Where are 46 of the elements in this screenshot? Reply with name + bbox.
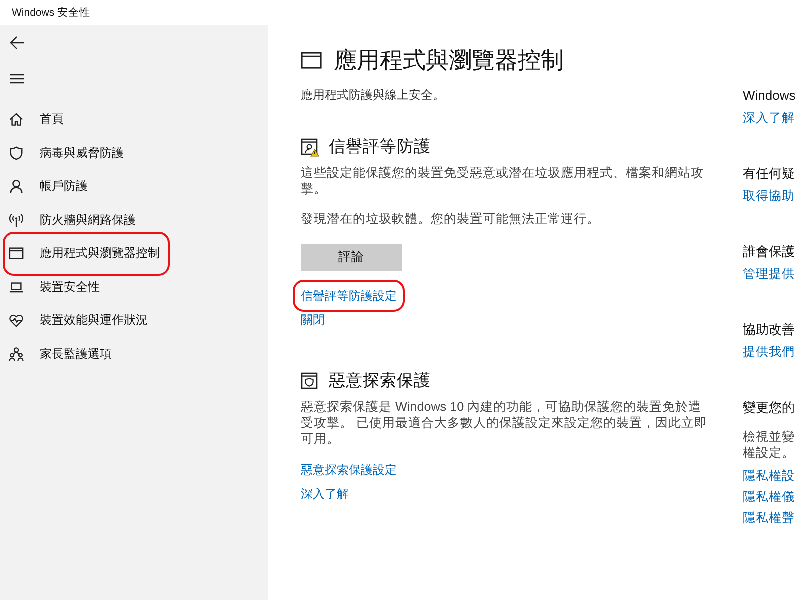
- nav-item[interactable]: 首頁: [0, 103, 64, 136]
- nav-item[interactable]: 病毒與威脅防護: [0, 136, 124, 170]
- text-link[interactable]: 取得協助: [743, 187, 795, 205]
- panel-heading: Windows: [743, 87, 796, 105]
- nav-item[interactable]: 應用程式與瀏覽器控制: [0, 237, 160, 270]
- panel-heading: 變更您的: [743, 399, 795, 417]
- section-heading: 信譽評等防護: [329, 137, 431, 158]
- home-icon: [9, 112, 24, 128]
- shield-icon: [9, 146, 24, 161]
- nav-item[interactable]: 帳戶防護: [0, 170, 88, 204]
- panel-text: 檢視並變: [743, 429, 795, 445]
- text-link[interactable]: 深入了解: [743, 109, 795, 127]
- text-link[interactable]: 隱私權儀: [743, 488, 795, 506]
- text-link[interactable]: 提供我們: [743, 343, 795, 361]
- text-link[interactable]: 管理提供: [743, 265, 795, 283]
- panel-heading: 協助改善: [743, 321, 795, 339]
- back-arrow-icon: [10, 36, 25, 50]
- panel-heading: 有任何疑: [743, 165, 795, 183]
- section-heading: 惡意探索保護: [329, 371, 431, 392]
- page-title: 應用程式與瀏覽器控制: [334, 46, 564, 75]
- menu-icon: [10, 72, 25, 86]
- person-icon: [9, 179, 24, 194]
- panel-heading: 誰會保護: [743, 243, 795, 261]
- text-link[interactable]: 信譽評等防護設定: [301, 287, 397, 305]
- text-link[interactable]: 深入了解: [301, 485, 349, 503]
- heart-pulse-icon: [9, 313, 24, 328]
- text-link[interactable]: 關閉: [301, 311, 325, 329]
- antenna-icon: [9, 212, 24, 228]
- nav-item[interactable]: 裝置效能與運作狀況: [0, 304, 148, 338]
- text-link[interactable]: 隱私權聲: [743, 509, 795, 527]
- laptop-icon: [9, 280, 24, 295]
- nav-item[interactable]: 裝置安全性: [0, 270, 100, 304]
- window-icon: [9, 246, 24, 262]
- page-subtitle: 應用程式防護與線上安全。: [301, 87, 445, 104]
- panel-text: 權設定。: [743, 445, 795, 461]
- section-description: 惡意探索保護是 Windows 10 內建的功能，可協助保護您的裝置免於遭受攻擊。 已使用最適合大多數人的保護設定來設定您的裝置，因此立即可用。: [301, 399, 708, 447]
- section-description: 這些設定能保護您的裝置免受惡意或潛在垃圾應用程式、檔案和網站攻擊。: [301, 165, 705, 197]
- family-icon: [9, 346, 24, 362]
- text-link[interactable]: 惡意探索保護設定: [301, 461, 397, 479]
- window-title: Windows 安全性: [12, 6, 91, 20]
- section-description: 發現潛在的垃圾軟體。您的裝置可能無法正常運行。: [301, 211, 601, 227]
- text-link[interactable]: 隱私權設: [743, 467, 795, 485]
- nav-item[interactable]: 家長監護選項: [0, 338, 112, 371]
- window-icon: [301, 52, 322, 68]
- review-button[interactable]: 評論: [301, 244, 402, 271]
- nav-item[interactable]: 防火牆與網路保護: [0, 204, 136, 237]
